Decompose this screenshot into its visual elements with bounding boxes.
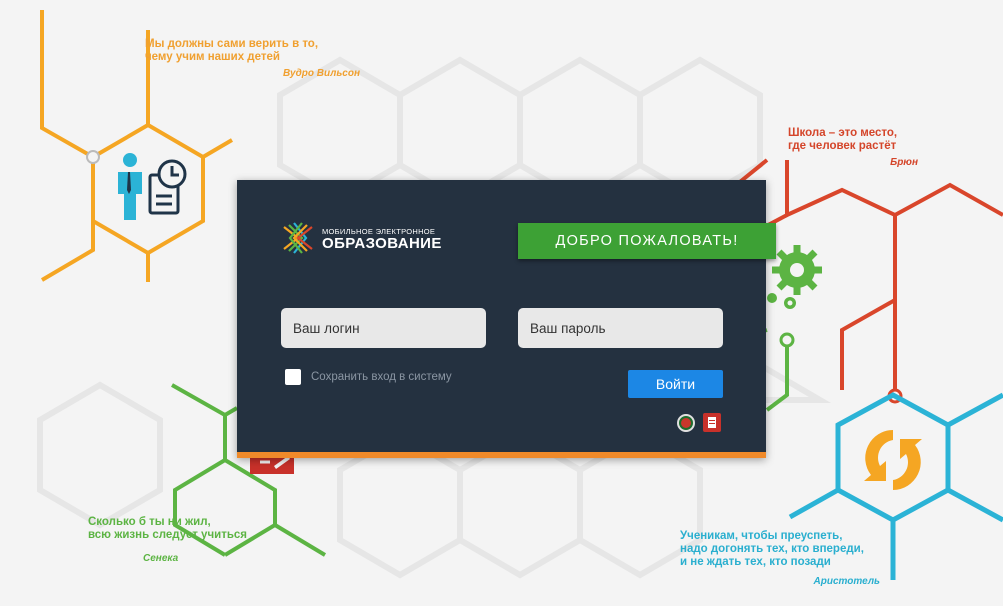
quote-line: надо догонять тех, кто впереди, (680, 543, 864, 555)
password-input[interactable] (518, 308, 723, 348)
quote-line: и не ждать тех, кто позади (680, 556, 831, 568)
quote-orange: Мы должны сами верить в то, чему учим на… (145, 38, 360, 80)
refresh-arrows-icon (864, 430, 922, 490)
quote-line: Сколько б ты ни жил, (88, 516, 211, 528)
quote-line: Ученикам, чтобы преуспеть, (680, 530, 843, 542)
quote-author: Аристотель (813, 576, 880, 587)
document-icon[interactable] (703, 413, 721, 432)
quote-author: Вудро Вильсон (282, 68, 360, 79)
quote-author: Брюн (890, 157, 918, 168)
quote-line: Мы должны сами верить в то, (145, 38, 319, 50)
login-button[interactable]: Войти (628, 370, 723, 398)
quote-line: всю жизнь следует учиться (88, 529, 247, 541)
quote-line: Школа – это место, (788, 127, 898, 139)
quote-author: Сенека (143, 553, 179, 564)
remember-me[interactable]: Сохранить вход в систему (285, 369, 452, 385)
quote-blue: Ученикам, чтобы преуспеть, надо догонять… (680, 530, 880, 588)
quote-green: Сколько б ты ни жил, всю жизнь следует у… (88, 516, 268, 565)
quote-line: где человек растёт (788, 140, 897, 152)
remember-label: Сохранить вход в систему (311, 371, 452, 383)
quote-red: Школа – это место, где человек растёт Бр… (788, 127, 918, 169)
login-panel: МОБИЛЬНОЕ ЭЛЕКТРОННОЕ ОБРАЗОВАНИЕ ДОБРО … (237, 180, 776, 458)
logo-text-big: ОБРАЗОВАНИЕ (322, 235, 442, 252)
welcome-banner: ДОБРО ПОЖАЛОВАТЬ! (518, 223, 776, 259)
emblem-icon[interactable] (677, 414, 695, 432)
quote-line: чему учим наших детей (145, 51, 280, 63)
remember-checkbox[interactable] (285, 369, 301, 385)
logo-mark-icon (283, 222, 313, 254)
person-clock-icon (118, 153, 187, 220)
login-input[interactable] (281, 308, 486, 348)
